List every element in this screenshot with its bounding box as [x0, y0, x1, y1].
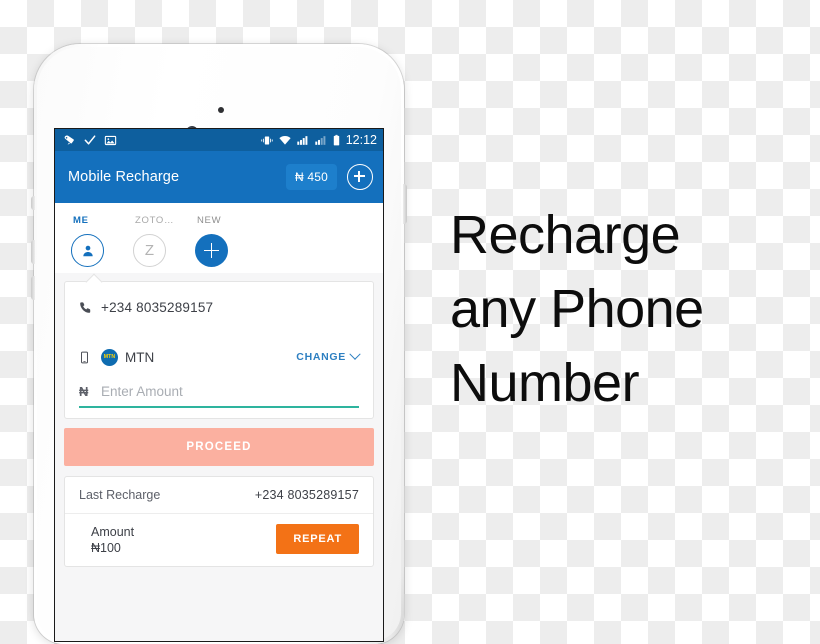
- signal-sim2-icon: 2: [315, 135, 326, 145]
- amount-input[interactable]: [101, 384, 359, 399]
- naira-symbol-icon: ₦: [79, 384, 89, 399]
- contact-item-zoto[interactable]: ZOTO… Z: [133, 215, 179, 267]
- screen-content: ME ZOTO… Z NEW +234 8035289157 MTN MTN C…: [55, 203, 383, 641]
- recharge-form-card: +234 8035289157 MTN MTN CHANGE ₦ Enter A…: [64, 273, 374, 419]
- last-recharge-amount-block: Amount ₦100: [91, 523, 134, 555]
- contact-item-me[interactable]: ME: [71, 215, 117, 267]
- last-recharge-header: Last Recharge +234 8035289157: [65, 477, 373, 514]
- avatar[interactable]: [71, 234, 104, 267]
- phone-handset-icon: [79, 301, 101, 314]
- last-recharge-title: Last Recharge: [79, 488, 161, 502]
- page-title: Mobile Recharge: [68, 169, 180, 185]
- battery-icon: [333, 134, 339, 145]
- phone-screen: 1 2 12:12 Mobile Recharge ₦ 450 ME ZOTO……: [55, 129, 383, 641]
- image-icon: [104, 135, 117, 145]
- silent-switch-button[interactable]: [31, 196, 35, 210]
- promo-line-3: Number: [450, 353, 640, 413]
- volume-up-button[interactable]: [31, 240, 35, 264]
- last-recharge-body: Amount ₦100 REPEAT: [65, 514, 373, 566]
- contact-label-me: ME: [73, 215, 89, 226]
- chevron-down-icon: [349, 348, 361, 360]
- last-recharge-number: +234 8035289157: [254, 488, 359, 502]
- tag-icon: [64, 135, 74, 144]
- wallet-balance-chip[interactable]: ₦ 450: [285, 164, 337, 190]
- repeat-button[interactable]: REPEAT: [276, 524, 359, 555]
- contact-label-zoto: ZOTO…: [135, 215, 175, 226]
- contacts-selector: ME ZOTO… Z NEW: [55, 203, 383, 273]
- contact-label-new: NEW: [197, 215, 222, 226]
- carrier-name: MTN: [125, 349, 155, 365]
- app-bar: Mobile Recharge ₦ 450: [55, 151, 383, 203]
- vibrate-icon: [261, 135, 273, 145]
- power-button[interactable]: [403, 184, 407, 224]
- mtn-logo-icon: MTN: [101, 348, 118, 366]
- phone-mockup: 1 2 12:12 Mobile Recharge ₦ 450 ME ZOTO……: [31, 44, 407, 644]
- add-contact-button[interactable]: [195, 234, 228, 267]
- avatar-initial: Z: [144, 242, 155, 259]
- carrier-row[interactable]: MTN MTN CHANGE: [79, 332, 361, 382]
- checkmark-icon: [84, 135, 96, 145]
- status-bar-notifications: [63, 133, 260, 147]
- signal-sim1-icon: 1: [297, 135, 308, 145]
- status-bar: 1 2 12:12: [55, 129, 383, 151]
- volume-down-button[interactable]: [31, 276, 35, 300]
- status-bar-clock: 12:12: [345, 133, 377, 147]
- last-recharge-amount-value: ₦100: [91, 541, 121, 556]
- contact-item-new[interactable]: NEW: [195, 215, 241, 267]
- last-recharge-card: Last Recharge +234 8035289157 Amount ₦10…: [64, 476, 374, 568]
- change-carrier-label: CHANGE: [296, 351, 346, 363]
- last-recharge-amount-label: Amount: [91, 525, 135, 539]
- status-bar-system-icons: 1 2 12:12: [260, 133, 377, 147]
- phone-number-value: +234 8035289157: [101, 299, 214, 315]
- mobile-device-icon: [79, 351, 101, 364]
- change-carrier-button[interactable]: CHANGE: [296, 348, 361, 363]
- phone-number-row[interactable]: +234 8035289157: [79, 282, 359, 332]
- person-icon: [82, 245, 93, 256]
- proximity-sensor-icon: [218, 107, 224, 113]
- add-funds-button[interactable]: [347, 164, 373, 190]
- wifi-icon: [279, 135, 291, 145]
- promo-line-1: Recharge: [450, 205, 681, 265]
- proceed-button[interactable]: PROCEED: [64, 428, 374, 466]
- promo-headline: Recharge any Phone Number: [450, 198, 800, 420]
- promo-line-2: any Phone: [450, 279, 704, 339]
- amount-input-row[interactable]: ₦: [79, 384, 359, 408]
- avatar[interactable]: Z: [133, 234, 166, 267]
